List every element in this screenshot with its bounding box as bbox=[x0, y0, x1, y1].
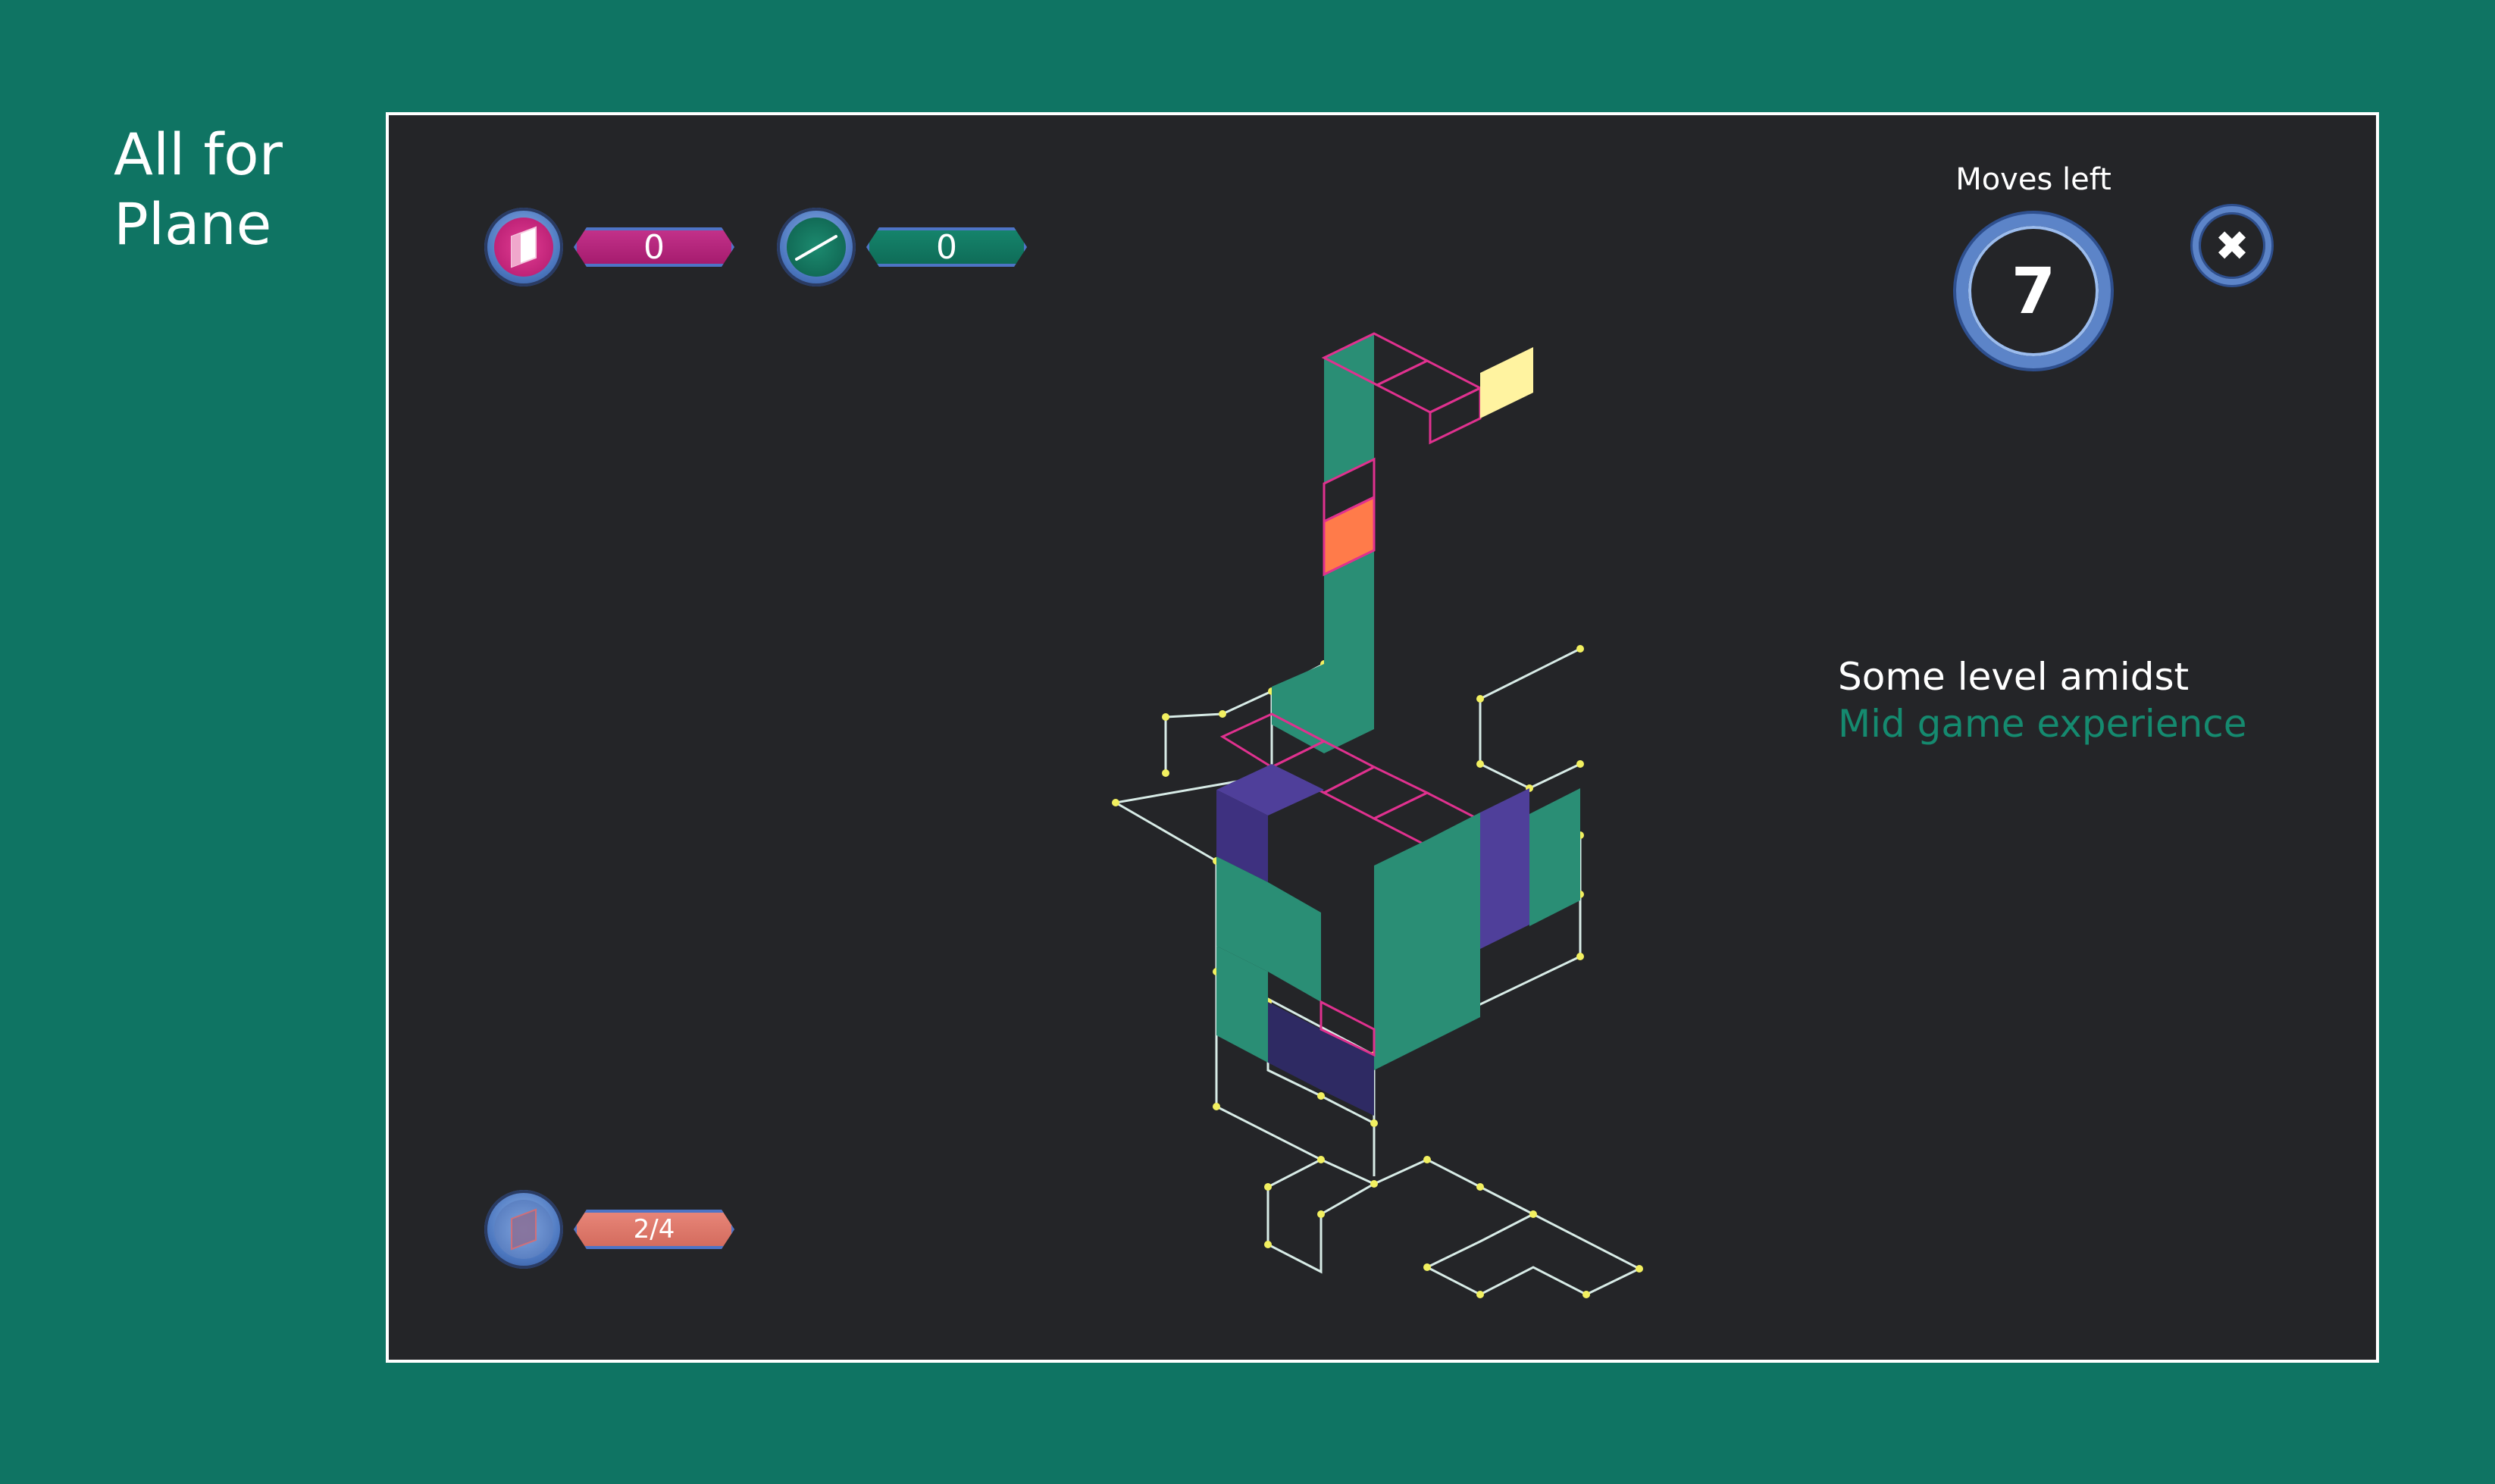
goal-tile[interactable] bbox=[1480, 347, 1533, 418]
page-title-line-2: Plane bbox=[114, 190, 272, 258]
main-block bbox=[1216, 764, 1580, 1116]
game-board: 0 0 2/4 Moves left 7 ✖ Some level amidst… bbox=[386, 112, 2379, 1363]
page-title: All for Plane bbox=[114, 120, 283, 259]
puzzle-scene[interactable] bbox=[389, 115, 2376, 1360]
page-title-line-1: All for bbox=[114, 121, 283, 188]
tall-column bbox=[1272, 333, 1376, 753]
